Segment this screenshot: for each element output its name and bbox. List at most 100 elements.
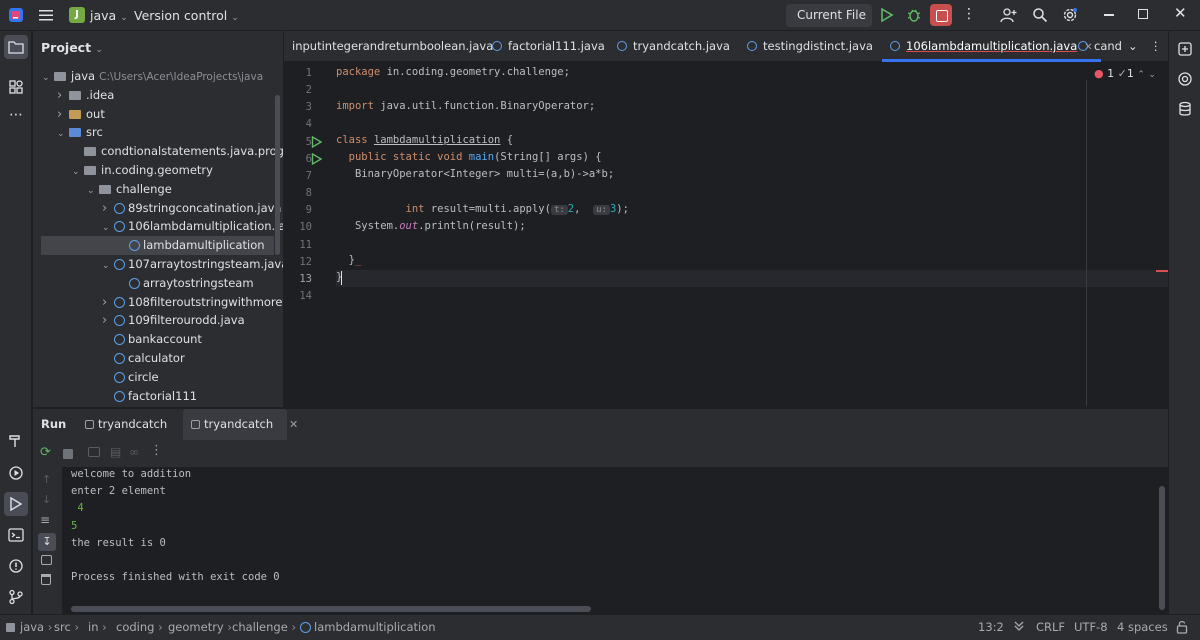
stop-button[interactable] (930, 4, 952, 26)
breadcrumb-item[interactable]: src › (54, 620, 79, 634)
editor-tab-3[interactable]: testingdistinct.java (747, 31, 873, 62)
console-horizontal-scrollbar[interactable] (71, 606, 591, 612)
inspection-widget[interactable]: ● 1 ✓1 ⌃ ⌄ (1094, 67, 1156, 80)
run-more-icon[interactable]: ⋮ (150, 443, 163, 458)
stop-run-icon[interactable] (63, 449, 73, 459)
services-tool-icon[interactable] (4, 461, 28, 485)
editor-tab-2[interactable]: tryandcatch.java (617, 31, 730, 62)
chevron-right-icon[interactable]: › (102, 311, 114, 330)
caret-position[interactable]: 13:2 (978, 620, 1004, 634)
console-output[interactable]: welcome to addition enter 2 element 4 5 the… (62, 467, 1168, 614)
editor-tab-0[interactable]: inputintegerandreturnboolean.java (284, 31, 493, 62)
settings-gear-icon[interactable] (1062, 7, 1078, 26)
debug-icon[interactable] (906, 7, 922, 26)
run-main-gutter-icon[interactable] (311, 152, 323, 168)
file-encoding[interactable]: UTF-8 (1074, 620, 1108, 634)
tree-item-8[interactable]: ⌄ 106lambdamultiplication.java (33, 217, 283, 236)
tree-item-0[interactable]: ⌄ java C:\Users\Acer\IdeaProjects\java (33, 67, 283, 86)
chevron-down-icon[interactable]: ⌄ (72, 163, 84, 180)
editor-tab-4[interactable]: 106lambdamultiplication.java ✕ (882, 31, 1101, 62)
editor-tab-5[interactable]: cand (1078, 31, 1122, 62)
search-icon[interactable] (1032, 7, 1048, 26)
tab-more-icon[interactable]: ⋮ (1150, 31, 1162, 62)
close-window-icon[interactable]: ✕ (1174, 4, 1187, 22)
restore-icon[interactable] (1138, 9, 1148, 19)
breadcrumb-item[interactable]: lambdamultiplication (300, 620, 436, 634)
tree-item-15[interactable]: calculator (33, 349, 283, 368)
scroll-up-icon[interactable]: ↑ (42, 473, 51, 486)
restore-layout-icon[interactable]: ▤ (110, 445, 121, 459)
editor-tab-1[interactable]: factorial111.java (492, 31, 605, 62)
clear-console-icon[interactable] (41, 574, 51, 585)
rerun-icon[interactable]: ⟳ (40, 445, 51, 460)
tree-item-11[interactable]: arraytostringsteam (33, 274, 283, 293)
tree-item-13[interactable]: › 109filterourodd.java (33, 311, 283, 330)
project-scrollbar[interactable] (275, 95, 280, 255)
chevron-right-icon[interactable]: › (57, 105, 69, 124)
chevron-right-icon[interactable]: › (57, 86, 69, 105)
error-stripe-marker[interactable] (1156, 270, 1168, 272)
database-icon[interactable] (1177, 101, 1193, 120)
tree-item-1[interactable]: › .idea (33, 86, 283, 105)
run-icon[interactable] (880, 7, 894, 26)
notifications-icon[interactable] (1177, 41, 1193, 60)
minimize-icon[interactable] (1104, 14, 1114, 16)
tree-item-14[interactable]: bankaccount (33, 330, 283, 349)
run-tool-icon[interactable] (4, 492, 28, 516)
scroll-down-icon[interactable]: ↓ (42, 493, 51, 506)
link-icon[interactable]: ∞ (129, 445, 139, 459)
tree-item-10[interactable]: ⌄ 107arraytostringsteam.java (33, 255, 283, 274)
run-tab-1[interactable]: tryandcatch ✕ (85, 417, 192, 431)
close-run-tab-2-icon[interactable]: ✕ (289, 418, 298, 431)
tree-item-6[interactable]: ⌄ challenge (33, 180, 283, 199)
tree-item-2[interactable]: › out (33, 105, 283, 124)
chevron-down-icon[interactable]: ⌄ (102, 219, 114, 236)
vcs-selector[interactable]: Version control ⌄ (134, 8, 239, 23)
more-tools-icon[interactable]: ⋯ (9, 107, 23, 123)
run-tab-2[interactable]: tryandcatch ✕ (191, 417, 298, 431)
run-config-selector[interactable]: Current File ⌄ (786, 4, 872, 45)
more-actions-icon[interactable]: ⋮ (962, 6, 976, 22)
indent-setting[interactable]: 4 spaces (1117, 620, 1168, 634)
project-tool-icon[interactable] (4, 35, 28, 59)
tree-item-4[interactable]: condtionalstatements.java.programs. (33, 142, 283, 161)
tree-item-3[interactable]: ⌄ src (33, 123, 283, 142)
soft-wrap-icon[interactable]: ≡ (40, 513, 50, 527)
ide-logo-icon[interactable] (8, 7, 24, 23)
git-tool-icon[interactable] (4, 585, 28, 609)
line-separator[interactable]: CRLF (1036, 620, 1065, 634)
run-class-gutter-icon[interactable] (311, 135, 323, 151)
project-selector[interactable]: java ⌄ (90, 8, 128, 23)
tree-item-7[interactable]: › 89stringconcatination.java (33, 199, 283, 218)
tree-item-5[interactable]: ⌄ in.coding.geometry (33, 161, 283, 180)
add-user-icon[interactable] (1000, 7, 1017, 26)
breadcrumb-item[interactable]: geometry › (168, 620, 232, 634)
tree-item-17[interactable]: factorial111 (33, 387, 283, 406)
code-editor[interactable]: package in.coding.geometry.challenge; im… (336, 62, 1168, 407)
print-icon[interactable] (41, 555, 52, 565)
chevron-down-icon[interactable]: ⌄ (102, 257, 114, 274)
build-tool-icon[interactable] (4, 429, 28, 453)
breadcrumb-item[interactable]: in › (88, 620, 107, 634)
terminal-tool-icon[interactable] (4, 523, 28, 547)
main-menu-icon[interactable] (38, 7, 54, 26)
screenshot-icon[interactable] (88, 447, 100, 457)
chevron-right-icon[interactable]: › (102, 199, 114, 218)
ai-assistant-icon[interactable] (1177, 71, 1193, 90)
chevron-right-icon[interactable]: › (102, 293, 114, 312)
tree-item-12[interactable]: › 108filteroutstringwithmorethan (33, 293, 283, 312)
breadcrumb-item[interactable]: coding › (116, 620, 163, 634)
structure-tool-icon[interactable] (4, 75, 28, 99)
breadcrumb-item[interactable]: challenge › (232, 620, 296, 634)
tree-item-9[interactable]: lambdamultiplication (41, 236, 274, 256)
console-vertical-scrollbar[interactable] (1159, 486, 1165, 610)
problems-tool-icon[interactable] (4, 554, 28, 578)
tab-list-chevron-icon[interactable]: ⌄ (1128, 31, 1138, 62)
breadcrumb-item[interactable]: java › (6, 620, 52, 634)
vcs-status-icon[interactable] (1013, 619, 1025, 636)
scroll-to-end-icon[interactable]: ↧ (38, 533, 56, 551)
project-panel-title[interactable]: Project ⌄ (41, 40, 103, 55)
read-only-toggle-icon[interactable] (1176, 620, 1188, 637)
chevron-down-icon[interactable]: ⌄ (87, 182, 99, 199)
chevron-down-icon[interactable]: ⌄ (42, 69, 54, 86)
